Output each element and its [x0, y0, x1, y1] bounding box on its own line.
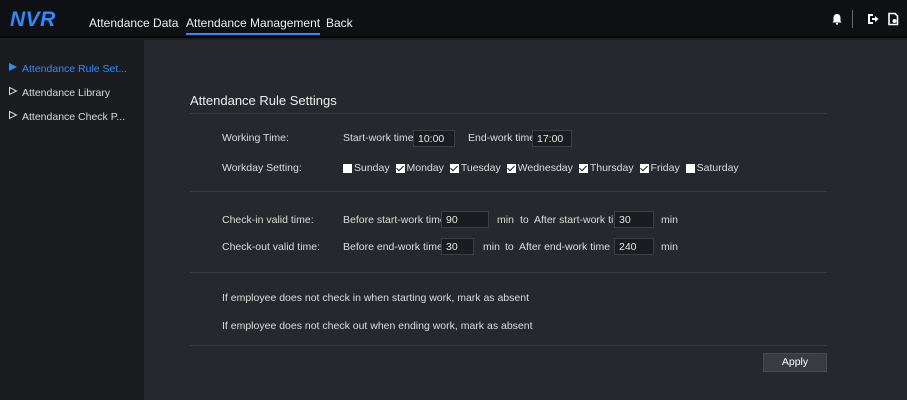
sidebar-item-label: Attendance Rule Set... [22, 63, 128, 75]
nvr-logo: NVR [10, 8, 56, 31]
checkbox[interactable] [343, 163, 352, 173]
end-work-time-label: End-work time [468, 132, 536, 144]
sidebar-item-attendance-library[interactable]: Attendance Library [8, 86, 110, 99]
play-filled-icon [9, 63, 17, 71]
nav-attendance-management[interactable]: Attendance Management [186, 16, 321, 35]
day-checkbox-sunday[interactable]: Sunday [343, 162, 390, 174]
end-work-time-input[interactable]: 17:00 [532, 130, 572, 147]
after-end-work-time-label: After end-work time [519, 241, 611, 253]
sidebar-item-attendance-rule-settings[interactable]: Attendance Rule Set... [8, 62, 127, 75]
min-unit-label: min [497, 214, 514, 226]
day-checkbox-monday[interactable]: Monday [395, 162, 444, 174]
bell-icon[interactable] [830, 12, 844, 26]
to-label: to [505, 241, 514, 253]
check-in-after-input[interactable]: 30 [614, 211, 654, 228]
sidebar-item-label: Attendance Library [22, 87, 111, 99]
checkbox[interactable] [395, 163, 405, 173]
checkbox[interactable] [449, 163, 459, 173]
before-end-work-time-label: Before end-work time [343, 241, 443, 253]
export-icon[interactable] [886, 12, 900, 26]
check-out-after-input[interactable]: 240 [614, 238, 654, 255]
day-checkbox-saturday[interactable]: Saturday [685, 162, 739, 174]
play-outline-icon [9, 86, 18, 96]
before-start-work-time-label: Before start-work time [343, 214, 446, 226]
absent-check-out-rule: If employee does not check out when endi… [222, 320, 533, 332]
day-checkbox-friday[interactable]: Friday [639, 162, 680, 174]
check-out-valid-time-label: Check-out valid time: [222, 241, 321, 253]
day-checkbox-tuesday[interactable]: Tuesday [449, 162, 501, 174]
to-label: to [520, 214, 529, 226]
apply-button[interactable]: Apply [763, 353, 827, 372]
workday-setting-label: Workday Setting: [222, 162, 302, 174]
working-time-label: Working Time: [222, 132, 289, 144]
absent-check-in-rule: If employee does not check in when start… [222, 292, 529, 304]
checkbox[interactable] [578, 163, 588, 173]
nav-back[interactable]: Back [326, 16, 353, 30]
sidebar-item-label: Attendance Check P... [22, 111, 126, 123]
check-in-before-input[interactable]: 90 [441, 211, 489, 228]
sidebar-item-attendance-check-p[interactable]: Attendance Check P... [8, 110, 125, 123]
checkbox[interactable] [685, 163, 695, 173]
toolbar-divider [852, 10, 853, 28]
min-unit-label: min [661, 241, 678, 253]
checkbox[interactable] [506, 163, 516, 173]
min-unit-label: min [661, 214, 678, 226]
min-unit-label: min [483, 241, 500, 253]
logout-icon[interactable] [866, 12, 880, 26]
divider [190, 272, 827, 273]
divider [190, 191, 827, 192]
top-bar: NVR Attendance Data Attendance Managemen… [0, 0, 907, 38]
day-checkbox-wednesday[interactable]: Wednesday [506, 162, 573, 174]
workday-checkboxes: Sunday Monday Tuesday Wednesday Thursday… [343, 162, 742, 176]
nav-attendance-data[interactable]: Attendance Data [89, 16, 178, 30]
start-work-time-input[interactable]: 10:00 [413, 130, 455, 147]
day-checkbox-thursday[interactable]: Thursday [578, 162, 634, 174]
divider [190, 345, 827, 346]
check-out-before-input[interactable]: 30 [441, 238, 474, 255]
divider [190, 113, 827, 114]
check-in-valid-time-label: Check-in valid time: [222, 214, 314, 226]
play-outline-icon [9, 110, 18, 120]
page-title: Attendance Rule Settings [190, 93, 337, 108]
start-work-time-label: Start-work time [343, 132, 414, 144]
checkbox[interactable] [639, 163, 649, 173]
